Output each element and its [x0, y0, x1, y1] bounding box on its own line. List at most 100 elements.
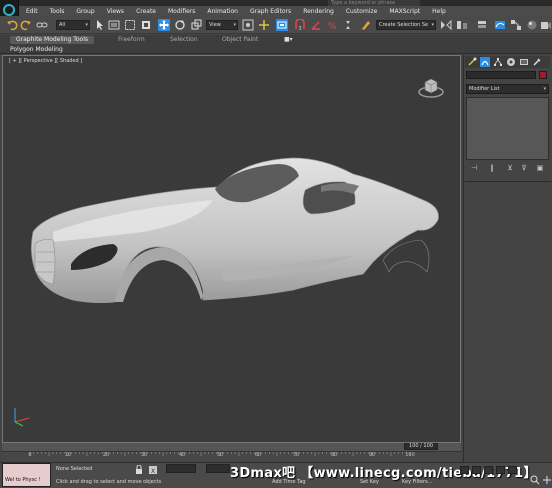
car-body-model[interactable]: [23, 152, 443, 362]
hierarchy-tab-icon[interactable]: [493, 57, 503, 67]
tick-90: 90: [368, 452, 376, 458]
tick-20: 20: [102, 452, 110, 458]
tick-0: 0: [28, 452, 32, 458]
select-move-icon[interactable]: [158, 19, 170, 31]
rect-selection-icon[interactable]: [124, 19, 136, 31]
motion-tab-icon[interactable]: [506, 57, 516, 67]
undo-icon[interactable]: [6, 19, 18, 31]
menu-group[interactable]: Group: [76, 8, 94, 15]
viewport-label[interactable]: [ + ][ Perspective ][ Shaded ]: [9, 58, 82, 64]
go-to-start-icon[interactable]: [460, 466, 469, 474]
mirror-icon[interactable]: [440, 19, 452, 31]
layer-manager-icon[interactable]: [476, 19, 488, 31]
utilities-tab-icon[interactable]: [532, 57, 542, 67]
menu-graph-editors[interactable]: Graph Editors: [250, 8, 291, 15]
previous-frame-icon[interactable]: [472, 466, 481, 474]
tick-80: 80: [330, 452, 338, 458]
tab-freeform[interactable]: Freeform: [118, 36, 145, 44]
menu-tools[interactable]: Tools: [50, 8, 65, 15]
pivot-center-icon[interactable]: [242, 19, 254, 31]
add-time-tag-button[interactable]: Add Time Tag: [272, 479, 306, 485]
redo-icon[interactable]: [20, 19, 32, 31]
select-link-icon[interactable]: [36, 19, 48, 31]
maxscript-text: Wel to Physc !: [5, 477, 41, 483]
next-frame-icon[interactable]: [496, 466, 505, 474]
snaps-toggle-icon[interactable]: 3: [294, 19, 306, 31]
create-tab-icon[interactable]: [467, 57, 477, 67]
key-filters-button[interactable]: Key Filters...: [402, 479, 432, 485]
absolute-mode-icon[interactable]: X: [148, 465, 158, 475]
scale-icon[interactable]: [190, 19, 202, 31]
modify-tab-icon[interactable]: [480, 57, 490, 67]
time-slider-handle[interactable]: 100 / 100: [404, 443, 438, 450]
tick-10: 10: [64, 452, 72, 458]
named-selection-dropdown[interactable]: Create Selection Se: [376, 20, 436, 30]
stack-tools: ⊣ ‖ ⊻ ⊽ ▣: [466, 163, 549, 175]
polygon-modeling-panel[interactable]: Polygon Modeling: [10, 46, 63, 53]
make-unique-icon[interactable]: ⊻: [504, 163, 516, 173]
zoom-icon[interactable]: [530, 475, 540, 485]
schematic-view-icon[interactable]: [510, 19, 522, 31]
object-name-field[interactable]: [466, 71, 536, 79]
remove-modifier-icon[interactable]: ⊽: [518, 163, 530, 173]
select-by-name-icon[interactable]: [108, 19, 120, 31]
spinner-snap-icon[interactable]: [342, 19, 354, 31]
select-object-icon[interactable]: [94, 19, 106, 31]
tab-graphite-modeling-tools[interactable]: Graphite Modeling Tools: [10, 36, 95, 44]
menu-rendering[interactable]: Rendering: [303, 8, 334, 15]
svg-text:X: X: [151, 468, 155, 475]
window-crossing-icon[interactable]: [140, 19, 152, 31]
go-to-end-icon[interactable]: [508, 466, 517, 474]
pin-stack-icon[interactable]: ⊣: [468, 163, 480, 173]
tick-40: 40: [178, 452, 186, 458]
menu-maxscript[interactable]: MAXScript: [389, 8, 420, 15]
display-tab-icon[interactable]: [519, 57, 529, 67]
tab-selection[interactable]: Selection: [170, 36, 198, 44]
edit-named-selection-icon[interactable]: [360, 19, 372, 31]
menu-customize[interactable]: Customize: [346, 8, 378, 15]
align-icon[interactable]: [456, 19, 468, 31]
perspective-viewport[interactable]: [ + ][ Perspective ][ Shaded ]: [2, 55, 461, 443]
configure-modifier-sets-icon[interactable]: ▣: [534, 163, 546, 173]
modifier-list-dropdown[interactable]: Modifier List: [466, 84, 549, 94]
maxscript-listener[interactable]: Wel to Physc !: [2, 463, 51, 487]
set-key-button[interactable]: Set Key: [360, 479, 379, 485]
tick-70: 70: [292, 452, 300, 458]
svg-text:%: %: [328, 22, 337, 31]
reference-coord-dropdown[interactable]: View: [206, 20, 238, 30]
panel-divider: [465, 181, 551, 182]
menu-create[interactable]: Create: [136, 8, 156, 15]
axis-tripod-icon: [14, 408, 30, 427]
time-slider[interactable]: [2, 443, 461, 451]
prompt-hint: Click and drag to select and move object…: [56, 479, 162, 485]
render-setup-icon[interactable]: [540, 19, 552, 31]
x-coordinate-field[interactable]: [166, 464, 196, 473]
object-color-swatch[interactable]: [539, 71, 547, 79]
tab-object-paint[interactable]: Object Paint: [222, 36, 258, 44]
menu-modifiers[interactable]: Modifiers: [168, 8, 195, 15]
menu-help[interactable]: Help: [432, 8, 446, 15]
select-manipulate-icon[interactable]: [258, 19, 270, 31]
lock-selection-icon[interactable]: [134, 465, 144, 475]
keyboard-shortcut-override-icon[interactable]: [276, 19, 288, 31]
selection-filter-dropdown[interactable]: All: [56, 20, 90, 30]
ribbon-options-icon[interactable]: ■▾: [284, 36, 293, 44]
menu-bar: Edit Tools Group Views Create Modifiers …: [19, 6, 552, 16]
show-end-result-icon[interactable]: ‖: [486, 163, 498, 173]
ribbon-panel: Polygon Modeling: [0, 45, 552, 54]
modifier-stack[interactable]: [466, 97, 549, 160]
percent-snap-icon[interactable]: %: [326, 19, 338, 31]
menu-animation[interactable]: Animation: [207, 8, 238, 15]
play-icon[interactable]: [484, 466, 493, 474]
rotate-icon[interactable]: [174, 19, 186, 31]
viewcube-icon[interactable]: [417, 72, 445, 100]
curve-editor-icon[interactable]: [494, 19, 506, 31]
menu-edit[interactable]: Edit: [26, 8, 38, 15]
menu-views[interactable]: Views: [107, 8, 124, 15]
selection-status: None Selected: [56, 466, 93, 472]
ribbon-tabs: Graphite Modeling Tools Freeform Selecti…: [0, 35, 552, 45]
pan-icon[interactable]: [542, 475, 552, 485]
angle-snap-icon[interactable]: [310, 19, 322, 31]
material-editor-icon[interactable]: [526, 19, 538, 31]
y-coordinate-field[interactable]: [206, 464, 230, 473]
